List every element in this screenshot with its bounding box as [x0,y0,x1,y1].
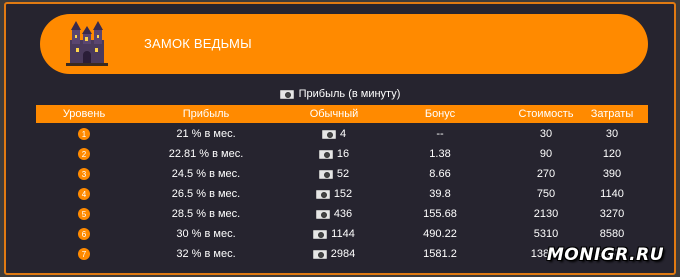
profit-subheading: Прибыль (в минуту) [6,88,674,100]
level-cell: 3 [36,164,132,184]
regular-value: 16 [336,148,350,160]
info-panel: ЗАМОК ВЕДЬМЫ Прибыль (в минуту) Уровень … [4,2,676,275]
spent-cell: 390 [602,168,622,180]
table-row: 4 26.5 % в мес. 152 39.8 750 1140 [36,184,648,204]
spent-cell: 3270 [599,208,625,220]
spent-cell: 1140 [600,188,624,200]
level-cell: 7 [36,244,132,264]
regular-value: 152 [333,188,353,200]
banknote-icon [313,229,328,239]
bonus-cell: 39.8 [429,188,451,200]
banknote-icon [321,129,336,139]
regular-value: 1144 [331,228,355,240]
column-header-level: Уровень [62,108,106,120]
profit-cell: 28.5 % в мес. [171,208,241,220]
level-cell: 6 [36,224,132,244]
level-badge: 1 [78,128,90,140]
profit-cell: 22.81 % в мес. [168,148,244,160]
building-banner: ЗАМОК ВЕДЬМЫ [40,14,648,74]
regular-value: 436 [333,208,353,220]
level-cell: 1 [36,124,132,144]
banknote-icon [312,249,327,259]
banknote-icon [279,89,294,99]
bonus-cell: 1581.2 [423,248,457,260]
regular-cell: 4 [280,124,388,144]
banknote-icon [318,149,333,159]
regular-cell: 16 [280,144,388,164]
banknote-icon [315,209,330,219]
bonus-cell: 490.22 [423,228,457,240]
regular-cell: 1144 [280,224,388,244]
column-header-profit: Прибыль [182,108,230,120]
bonus-cell: -- [436,128,444,140]
bonus-cell: 155.68 [423,208,457,220]
regular-cell: 2984 [280,244,388,264]
table-header: Уровень Прибыль Обычный Бонус Стоимость … [36,105,648,123]
column-header-spent: Затраты [590,108,634,120]
profit-cell: 21 % в мес. [176,128,236,140]
bonus-cell: 1.38 [429,148,451,160]
regular-cell: 436 [280,204,388,224]
regular-value: 2984 [330,248,356,260]
level-badge: 3 [78,168,90,180]
profit-cell: 32 % в мес. [176,248,236,260]
column-header-regular: Обычный [309,108,359,120]
spent-cell: 120 [602,148,622,160]
regular-cell: 152 [280,184,388,204]
subheading-label: Прибыль (в минуту) [298,88,401,100]
level-badge: 7 [78,248,90,260]
regular-value: 52 [336,168,350,180]
level-cell: 2 [36,144,132,164]
witch-castle-icon [66,21,108,66]
table-row: 6 30 % в мес. 1144 490.22 5310 8580 [36,224,648,244]
watermark-logo: MONIGR.RU [546,245,664,265]
level-badge: 6 [78,228,90,240]
table-row: 2 22.81 % в мес. 16 1.38 90 120 [36,144,648,164]
spent-cell: 30 [605,128,619,140]
table-row: 1 21 % в мес. 4 -- 30 30 [36,124,648,144]
level-badge: 5 [78,208,90,220]
building-title: ЗАМОК ВЕДЬМЫ [144,36,252,51]
profit-cell: 26.5 % в мес. [171,188,241,200]
bonus-cell: 8.66 [429,168,451,180]
level-cell: 4 [36,184,132,204]
regular-cell: 52 [280,164,388,184]
table-row: 3 24.5 % в мес. 52 8.66 270 390 [36,164,648,184]
table-row: 5 28.5 % в мес. 436 155.68 2130 3270 [36,204,648,224]
regular-value: 4 [339,128,347,140]
banknote-icon [315,189,330,199]
profit-cell: 30 % в мес. [176,228,236,240]
level-cell: 5 [36,204,132,224]
level-badge: 2 [78,148,90,160]
spent-cell: 8580 [599,228,625,240]
profit-cell: 24.5 % в мес. [171,168,241,180]
banknote-icon [318,169,333,179]
level-badge: 4 [78,188,90,200]
column-header-bonus: Бонус [424,108,456,120]
